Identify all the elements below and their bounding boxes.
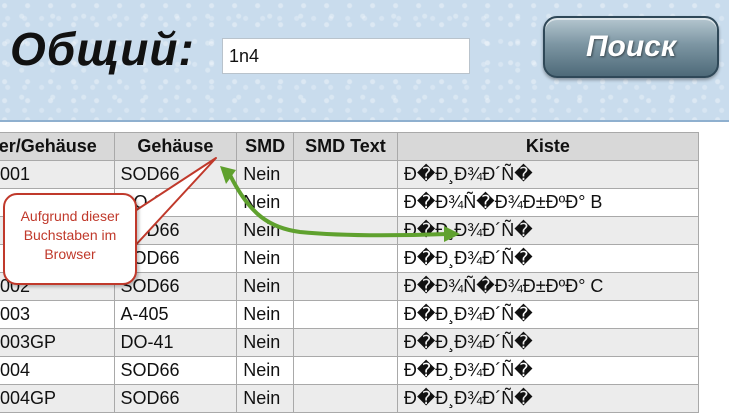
cell-kiste: Ð�Ð¸Ð¾Ð´Ñ� <box>396 328 700 357</box>
col-header-smd-text[interactable]: SMD Text <box>293 132 398 161</box>
cell-smd-text <box>293 244 398 273</box>
table-row[interactable]: N4003 A-405 Nein Ð�Ð¸Ð¾Ð´Ñ� <box>0 300 700 329</box>
search-label: Общий: <box>10 23 195 75</box>
col-header-smd[interactable]: SMD <box>236 132 295 161</box>
table-row[interactable]: N4003GP DO-41 Nein Ð�Ð¸Ð¾Ð´Ñ� <box>0 328 700 357</box>
cell-smd: Nein <box>236 188 295 217</box>
cell-part: N4001 <box>0 160 115 189</box>
cell-kiste: Ð�Ð¸Ð¾Ð´Ñ� <box>396 300 700 329</box>
cell-smd: Nein <box>236 384 295 413</box>
cell-kiste: Ð�Ð¸Ð¾Ð´Ñ� <box>396 384 700 413</box>
cell-smd: Nein <box>236 328 295 357</box>
cell-smd: Nein <box>236 272 295 301</box>
cell-smd: Nein <box>236 216 295 245</box>
cell-kiste: Ð�Ð¾Ñ�Ð¾Ð±ÐºÐ° B <box>396 188 700 217</box>
col-header-hersteller-gehaeuse[interactable]: ger/Gehäuse <box>0 132 115 161</box>
search-input[interactable] <box>222 38 470 74</box>
cell-smd-text <box>293 160 398 189</box>
cell-gehaeuse: SOD66 <box>113 356 238 385</box>
cell-smd: Nein <box>236 356 295 385</box>
table-row[interactable]: N4001 SOD66 Nein Ð�Ð¸Ð¾Ð´Ñ� <box>0 160 700 189</box>
cell-smd: Nein <box>236 300 295 329</box>
cell-smd: Nein <box>236 244 295 273</box>
cell-kiste: Ð�Ð¸Ð¾Ð´Ñ� <box>396 244 700 273</box>
table-row[interactable]: N4004GP SOD66 Nein Ð�Ð¸Ð¾Ð´Ñ� <box>0 384 700 413</box>
cell-smd-text <box>293 384 398 413</box>
cell-smd-text <box>293 356 398 385</box>
cell-smd-text <box>293 300 398 329</box>
cell-smd-text <box>293 272 398 301</box>
cell-kiste: Ð�Ð¸Ð¾Ð´Ñ� <box>396 216 700 245</box>
annotation-callout: Aufgrund dieser Buchstaben im Browser <box>3 193 137 285</box>
cell-gehaeuse: SOD66 <box>113 384 238 413</box>
col-header-kiste[interactable]: Kiste <box>396 132 700 161</box>
cell-part: N4004GP <box>0 384 115 413</box>
cell-part: N4003GP <box>0 328 115 357</box>
cell-part: N4004 <box>0 356 115 385</box>
search-button[interactable]: Поиск <box>543 16 719 78</box>
cell-kiste: Ð�Ð¸Ð¾Ð´Ñ� <box>396 356 700 385</box>
cell-kiste: Ð�Ð¾Ñ�Ð¾Ð±ÐºÐ° C <box>396 272 700 301</box>
table-header-row: ger/Gehäuse Gehäuse SMD SMD Text Kiste <box>0 132 700 161</box>
header-divider <box>0 120 729 122</box>
cell-smd-text <box>293 188 398 217</box>
cell-smd-text <box>293 216 398 245</box>
cell-smd: Nein <box>236 160 295 189</box>
header-bar: Общий: Поиск <box>0 0 729 121</box>
cell-gehaeuse: A-405 <box>113 300 238 329</box>
cell-gehaeuse: SOD66 <box>113 160 238 189</box>
callout-text: Aufgrund dieser Buchstaben im Browser <box>20 208 120 262</box>
cell-part: N4003 <box>0 300 115 329</box>
cell-gehaeuse: DO-41 <box>113 328 238 357</box>
table-row[interactable]: N4004 SOD66 Nein Ð�Ð¸Ð¾Ð´Ñ� <box>0 356 700 385</box>
col-header-gehaeuse[interactable]: Gehäuse <box>113 132 238 161</box>
cell-kiste: Ð�Ð¸Ð¾Ð´Ñ� <box>396 160 700 189</box>
cell-smd-text <box>293 328 398 357</box>
